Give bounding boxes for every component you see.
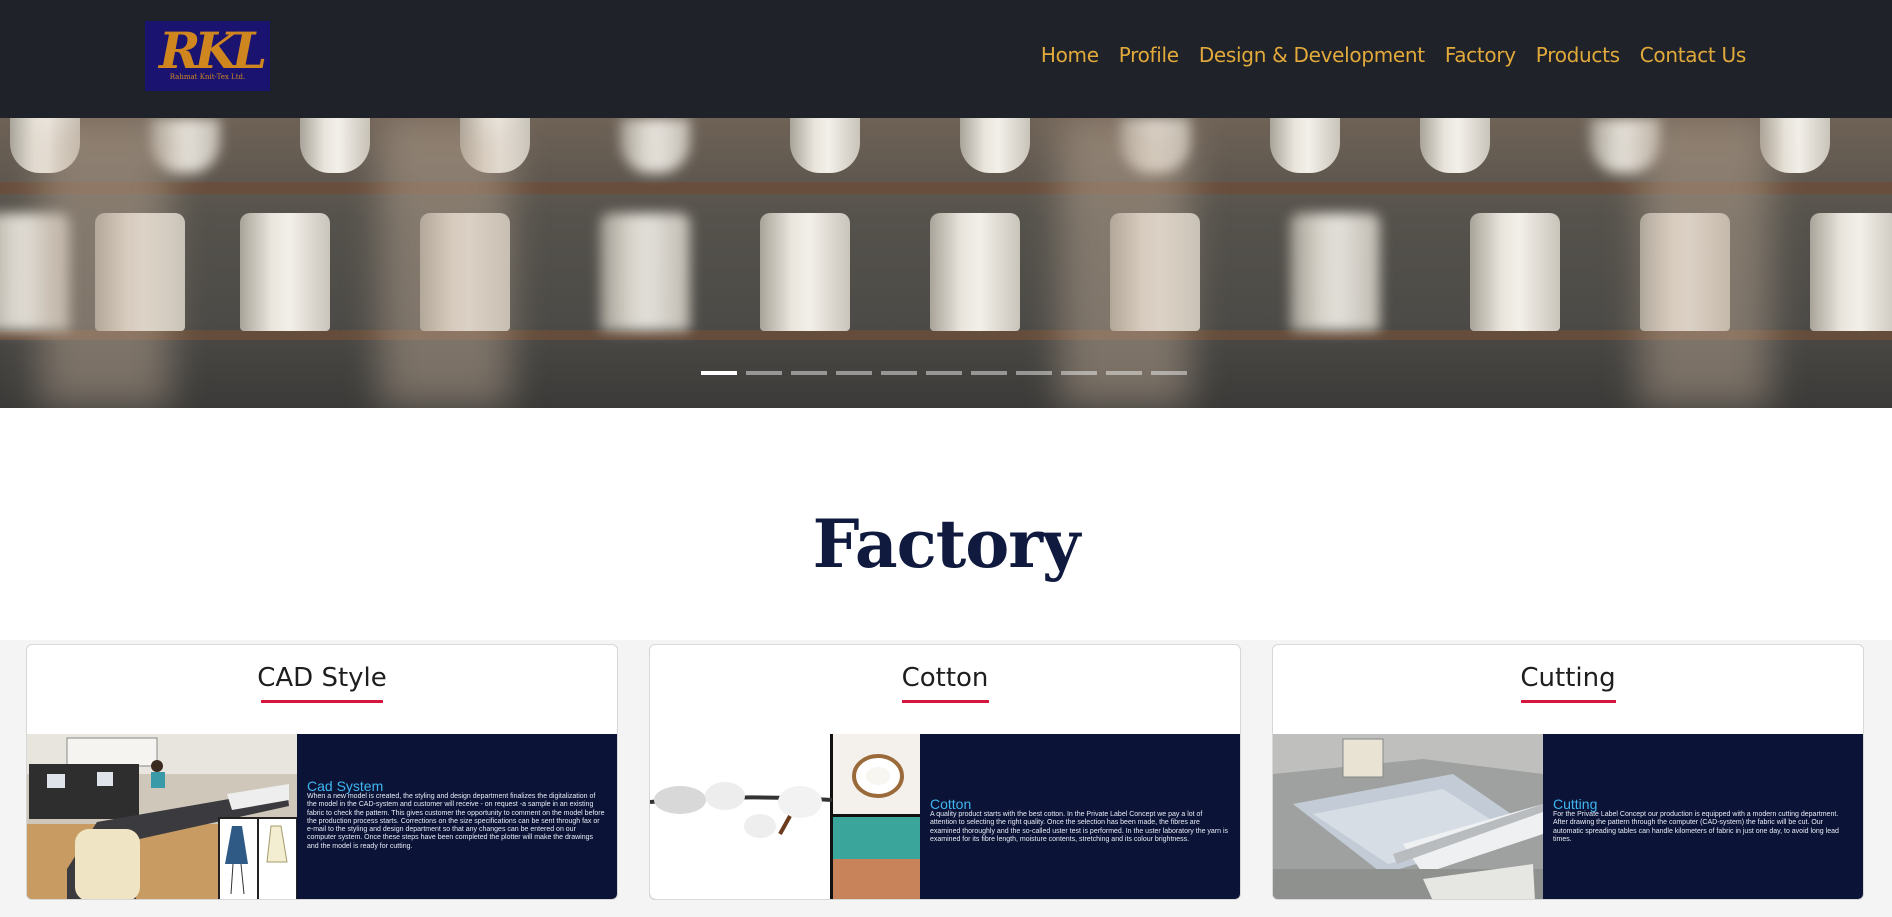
spool-top bbox=[960, 118, 1030, 173]
spool bbox=[600, 213, 690, 331]
nav-design-development[interactable]: Design & Development bbox=[1199, 43, 1425, 67]
section-title: Factory bbox=[812, 505, 1081, 583]
card-cutting[interactable]: Cutting Cutting For the Private Label Co… bbox=[1272, 644, 1864, 900]
slider-dot-8[interactable] bbox=[1016, 371, 1052, 375]
spool bbox=[1470, 213, 1560, 331]
slider-dot-2[interactable] bbox=[746, 371, 782, 375]
panel-text: When a new model is created, the styling… bbox=[307, 793, 605, 850]
slider-dot-10[interactable] bbox=[1106, 371, 1142, 375]
nav-factory[interactable]: Factory bbox=[1445, 43, 1516, 67]
site-logo[interactable]: RKL Rahmat Knit-Tex Ltd. bbox=[145, 21, 270, 91]
card-title: Cutting bbox=[1520, 663, 1616, 693]
panel-title: Cad System bbox=[307, 778, 384, 794]
card-image: Cutting For the Private Label Concept ou… bbox=[1273, 734, 1863, 899]
spool-rail bbox=[0, 182, 1892, 194]
slider-dot-4[interactable] bbox=[836, 371, 872, 375]
spool bbox=[1810, 213, 1892, 331]
spool-top bbox=[1760, 118, 1830, 173]
hero-slider bbox=[0, 118, 1892, 408]
nav-profile[interactable]: Profile bbox=[1119, 43, 1179, 67]
card-cad-style[interactable]: CAD Style Cad System When a new model is… bbox=[26, 644, 618, 900]
slider-dot-9[interactable] bbox=[1061, 371, 1097, 375]
card-title-underline bbox=[902, 700, 989, 703]
logo-tagline: Rahmat Knit-Tex Ltd. bbox=[169, 73, 246, 81]
card-image: Cotton A quality product starts with the… bbox=[650, 734, 1240, 899]
card-cotton[interactable]: Cotton Cotton A quality product starts w… bbox=[649, 644, 1241, 900]
nav-products[interactable]: Products bbox=[1536, 43, 1620, 67]
nav-home[interactable]: Home bbox=[1041, 43, 1099, 67]
blur-haze bbox=[1060, 118, 1190, 408]
logo-mark: RKL bbox=[159, 21, 267, 80]
cotton-collage-photo bbox=[650, 734, 920, 899]
card-title-underline bbox=[1521, 700, 1616, 703]
blur-haze bbox=[380, 118, 510, 408]
cad-office-photo bbox=[27, 734, 297, 899]
card-title: Cotton bbox=[901, 663, 989, 693]
spool-top bbox=[1270, 118, 1340, 173]
main-nav: Home Profile Design & Development Factor… bbox=[1041, 43, 1746, 67]
spool-top bbox=[790, 118, 860, 173]
spool-top bbox=[620, 118, 690, 173]
panel-text: For the Private Label Concept our produc… bbox=[1553, 811, 1839, 843]
blur-haze bbox=[1640, 118, 1770, 408]
panel-text: A quality product starts with the best c… bbox=[930, 811, 1229, 843]
slider-dot-6[interactable] bbox=[926, 371, 962, 375]
slider-dot-5[interactable] bbox=[881, 371, 917, 375]
spool-top bbox=[1420, 118, 1490, 173]
slider-dot-3[interactable] bbox=[791, 371, 827, 375]
card-title: CAD Style bbox=[257, 663, 387, 693]
spool bbox=[240, 213, 330, 331]
panel-title: Cotton bbox=[930, 796, 972, 812]
spool-rail bbox=[0, 330, 1892, 340]
spool bbox=[1290, 213, 1380, 331]
panel-title: Cutting bbox=[1553, 796, 1598, 812]
card-image: Cad System When a new model is created, … bbox=[27, 734, 617, 899]
slider-pagination bbox=[701, 371, 1187, 375]
blur-haze bbox=[40, 118, 170, 408]
nav-contact-us[interactable]: Contact Us bbox=[1640, 43, 1747, 67]
slider-dot-11[interactable] bbox=[1151, 371, 1187, 375]
slider-dot-1[interactable] bbox=[701, 371, 737, 375]
spool bbox=[930, 213, 1020, 331]
slider-dot-7[interactable] bbox=[971, 371, 1007, 375]
spool-top bbox=[300, 118, 370, 173]
cutting-machine-photo bbox=[1273, 734, 1543, 899]
card-title-underline bbox=[261, 700, 383, 703]
site-header: RKL Rahmat Knit-Tex Ltd. Home Profile De… bbox=[0, 0, 1892, 118]
spool bbox=[760, 213, 850, 331]
